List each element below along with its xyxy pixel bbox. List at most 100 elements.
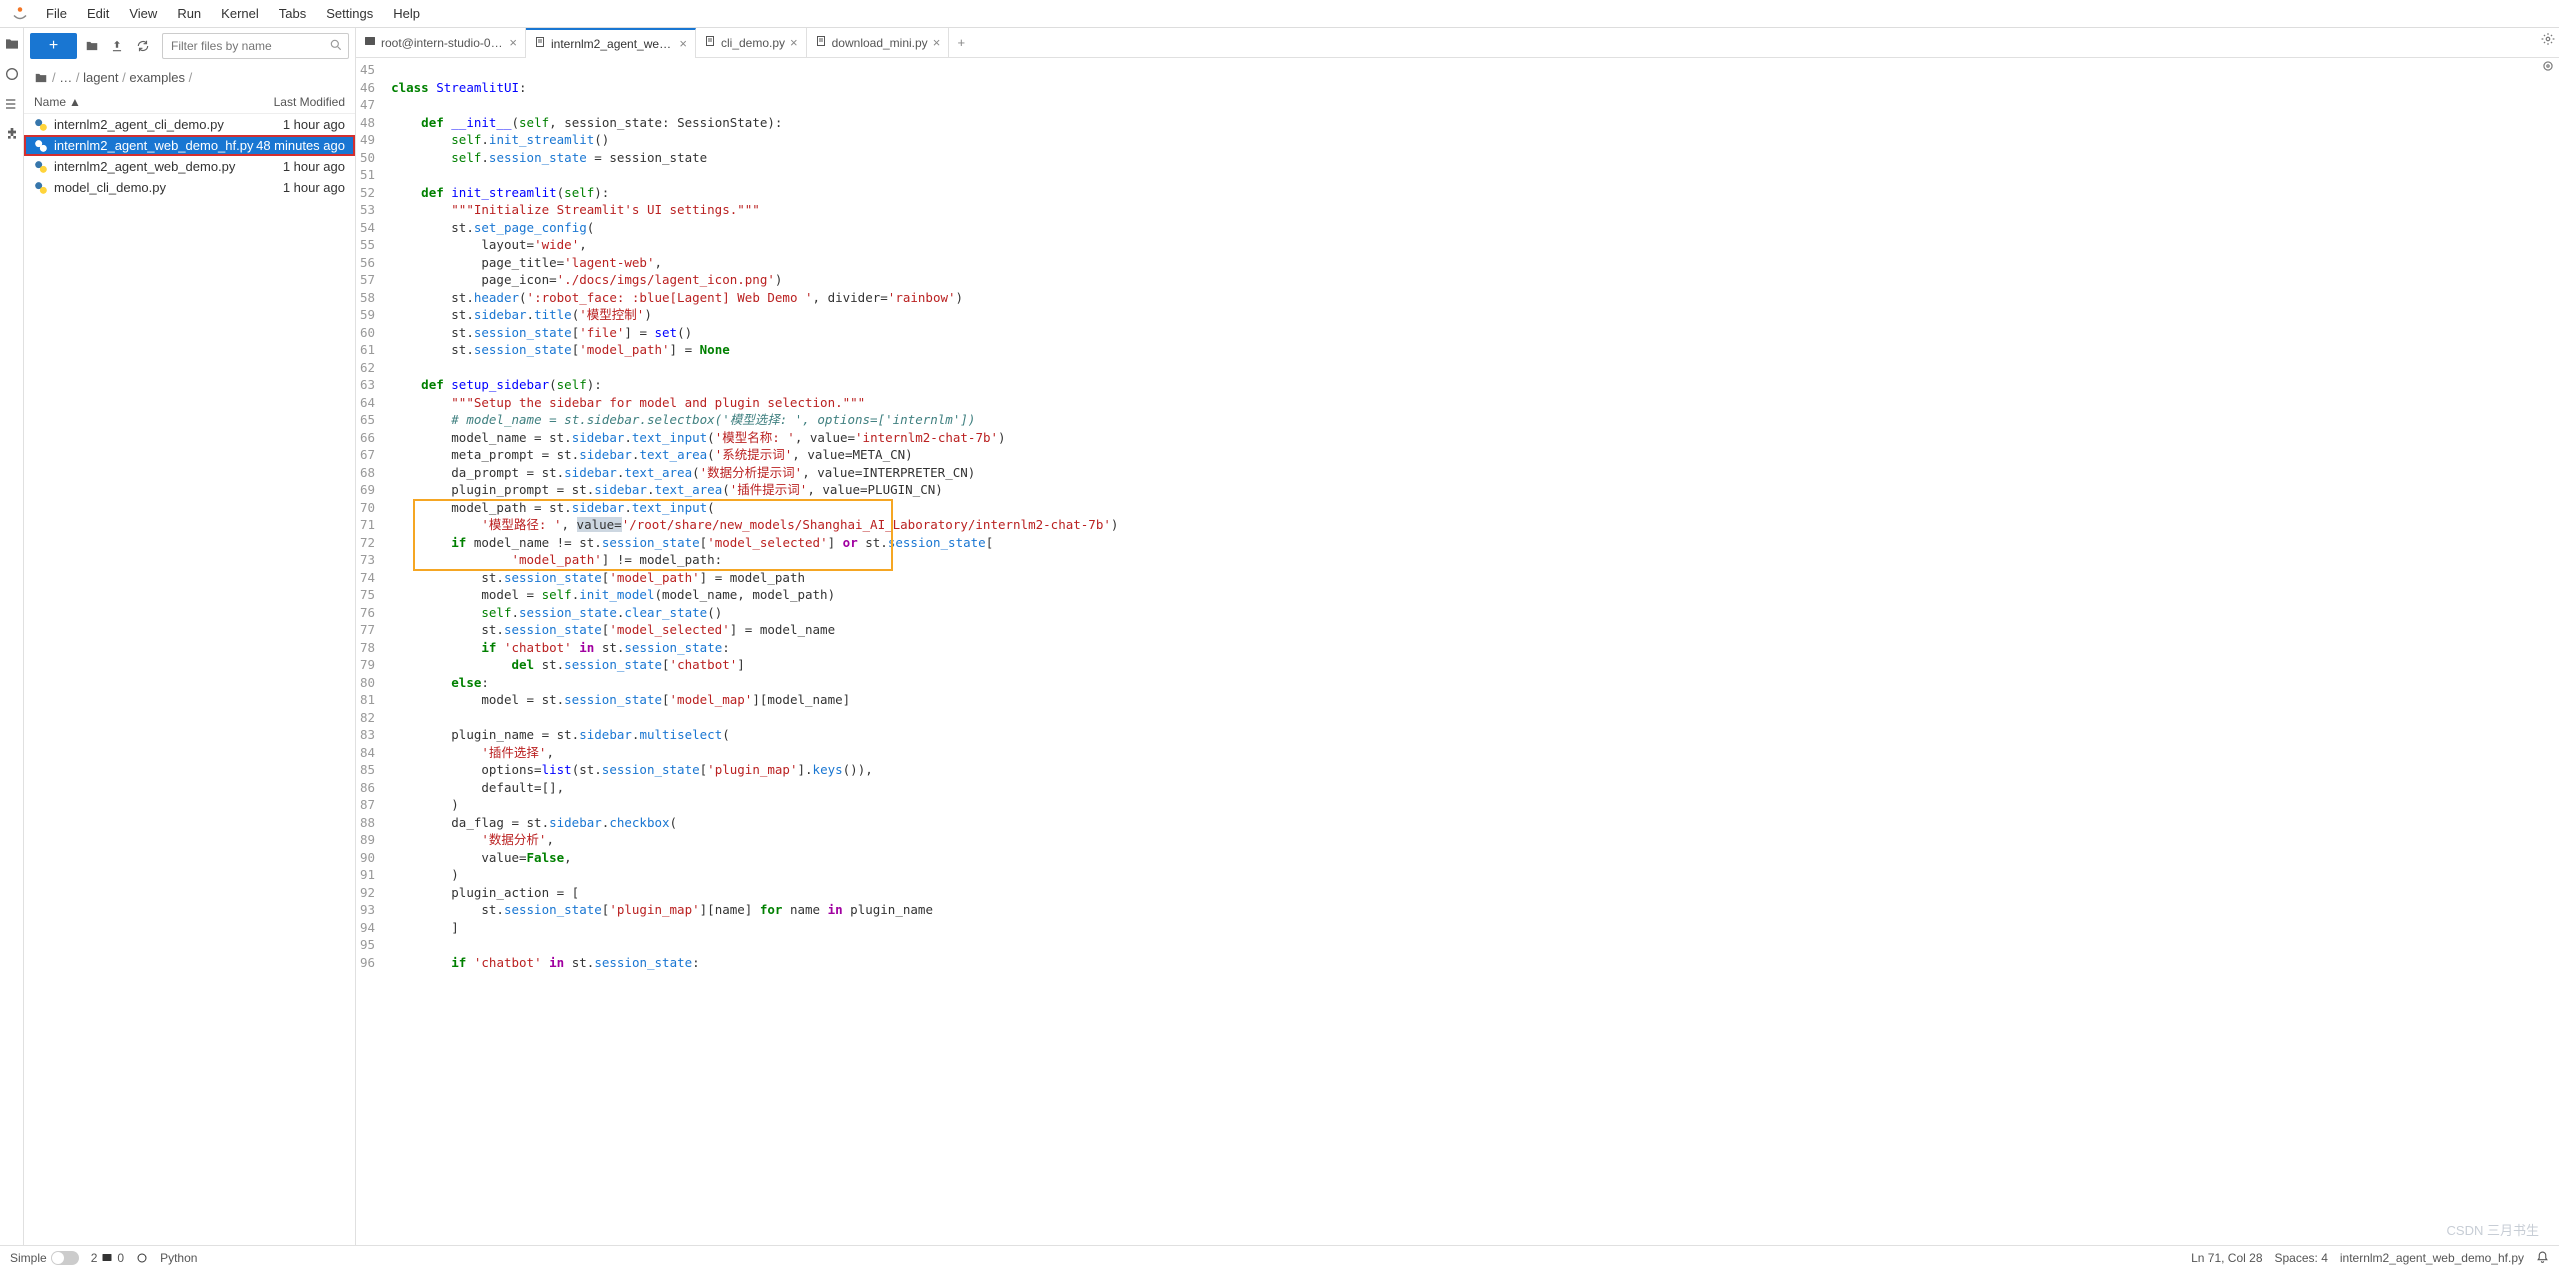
code-line[interactable] xyxy=(391,97,2559,115)
code-line[interactable]: def init_streamlit(self): xyxy=(391,185,2559,203)
code-line[interactable]: ) xyxy=(391,867,2559,885)
close-icon[interactable]: × xyxy=(679,36,687,51)
code-line[interactable]: options=list(st.session_state['plugin_ma… xyxy=(391,762,2559,780)
upload-icon[interactable] xyxy=(107,34,129,58)
code-line[interactable]: ) xyxy=(391,797,2559,815)
folder-icon[interactable] xyxy=(4,36,20,52)
menu-edit[interactable]: Edit xyxy=(77,2,119,25)
code-line[interactable]: st.sidebar.title('模型控制') xyxy=(391,307,2559,325)
menu-help[interactable]: Help xyxy=(383,2,430,25)
code-line[interactable]: del st.session_state['chatbot'] xyxy=(391,657,2559,675)
code-line[interactable]: else: xyxy=(391,675,2559,693)
editor-tab[interactable]: download_mini.py× xyxy=(807,28,950,58)
file-row[interactable]: internlm2_agent_web_demo.py1 hour ago xyxy=(24,156,355,177)
add-tab-button[interactable]: + xyxy=(949,35,973,50)
menu-settings[interactable]: Settings xyxy=(316,2,383,25)
file-row[interactable]: internlm2_agent_web_demo_hf.py48 minutes… xyxy=(24,135,355,156)
menu-kernel[interactable]: Kernel xyxy=(211,2,269,25)
code-line[interactable]: st.header(':robot_face: :blue[Lagent] We… xyxy=(391,290,2559,308)
code-line[interactable] xyxy=(391,62,2559,80)
extensions-icon[interactable] xyxy=(4,126,20,142)
code-line[interactable]: model_path = st.sidebar.text_input( xyxy=(391,500,2559,518)
close-icon[interactable]: × xyxy=(790,35,798,50)
code-line[interactable]: '数据分析', xyxy=(391,832,2559,850)
language-indicator[interactable]: Python xyxy=(160,1251,197,1265)
code-line[interactable] xyxy=(391,360,2559,378)
code-line[interactable]: value=False, xyxy=(391,850,2559,868)
code-line[interactable]: default=[], xyxy=(391,780,2559,798)
code-line[interactable]: self.session_state = session_state xyxy=(391,150,2559,168)
code-line[interactable]: model = self.init_model(model_name, mode… xyxy=(391,587,2559,605)
code-editor[interactable]: 4546474849505152535455565758596061626364… xyxy=(356,58,2559,1245)
code-line[interactable]: '模型路径: ', value='/root/share/new_models/… xyxy=(391,517,2559,535)
code-line[interactable]: '插件选择', xyxy=(391,745,2559,763)
code-line[interactable] xyxy=(391,167,2559,185)
code-line[interactable]: if 'chatbot' in st.session_state: xyxy=(391,955,2559,973)
code-line[interactable]: page_title='lagent-web', xyxy=(391,255,2559,273)
code-line[interactable]: def __init__(self, session_state: Sessio… xyxy=(391,115,2559,133)
activity-bar xyxy=(0,28,24,1245)
code-line[interactable]: model = st.session_state['model_map'][mo… xyxy=(391,692,2559,710)
name-column[interactable]: Name ▲ xyxy=(34,95,81,109)
code-content[interactable]: class StreamlitUI: def __init__(self, se… xyxy=(383,58,2559,1245)
notification-icon[interactable] xyxy=(2536,1251,2549,1264)
close-icon[interactable]: × xyxy=(509,35,517,50)
code-line[interactable]: st.set_page_config( xyxy=(391,220,2559,238)
code-line[interactable]: plugin_action = [ xyxy=(391,885,2559,903)
breadcrumb-seg[interactable]: lagent xyxy=(83,70,118,85)
code-line[interactable]: class StreamlitUI: xyxy=(391,80,2559,98)
code-line[interactable]: da_prompt = st.sidebar.text_area('数据分析提示… xyxy=(391,465,2559,483)
menu-file[interactable]: File xyxy=(36,2,77,25)
breadcrumb-seg[interactable]: examples xyxy=(129,70,185,85)
new-folder-icon[interactable] xyxy=(81,34,103,58)
code-line[interactable]: ] xyxy=(391,920,2559,938)
code-line[interactable]: """Setup the sidebar for model and plugi… xyxy=(391,395,2559,413)
kernel-idle-icon[interactable] xyxy=(136,1252,148,1264)
file-filter-input[interactable] xyxy=(162,33,349,59)
settings-right-icon[interactable] xyxy=(2541,32,2555,49)
menu-run[interactable]: Run xyxy=(167,2,211,25)
running-icon[interactable] xyxy=(4,66,20,82)
editor-tab[interactable]: cli_demo.py× xyxy=(696,28,807,58)
code-line[interactable] xyxy=(391,937,2559,955)
code-line[interactable]: st.session_state['plugin_map'][name] for… xyxy=(391,902,2559,920)
refresh-icon[interactable] xyxy=(132,34,154,58)
menu-view[interactable]: View xyxy=(119,2,167,25)
code-line[interactable]: plugin_name = st.sidebar.multiselect( xyxy=(391,727,2559,745)
code-line[interactable]: def setup_sidebar(self): xyxy=(391,377,2559,395)
code-line[interactable]: 'model_path'] != model_path: xyxy=(391,552,2559,570)
editor-tab[interactable]: internlm2_agent_web_dem× xyxy=(526,28,696,58)
simple-toggle[interactable]: Simple xyxy=(10,1251,79,1265)
close-icon[interactable]: × xyxy=(933,35,941,50)
code-line[interactable]: if model_name != st.session_state['model… xyxy=(391,535,2559,553)
code-line[interactable] xyxy=(391,710,2559,728)
code-line[interactable]: layout='wide', xyxy=(391,237,2559,255)
code-line[interactable]: st.session_state['file'] = set() xyxy=(391,325,2559,343)
modified-column[interactable]: Last Modified xyxy=(274,95,345,109)
code-line[interactable]: self.init_streamlit() xyxy=(391,132,2559,150)
breadcrumb-seg[interactable]: … xyxy=(59,70,72,85)
code-line[interactable]: # model_name = st.sidebar.selectbox('模型选… xyxy=(391,412,2559,430)
code-line[interactable]: st.session_state['model_selected'] = mod… xyxy=(391,622,2559,640)
menu-tabs[interactable]: Tabs xyxy=(269,2,316,25)
code-line[interactable]: self.session_state.clear_state() xyxy=(391,605,2559,623)
file-row[interactable]: internlm2_agent_cli_demo.py1 hour ago xyxy=(24,114,355,135)
cursor-position[interactable]: Ln 71, Col 28 xyxy=(2191,1251,2262,1265)
code-line[interactable]: meta_prompt = st.sidebar.text_area('系统提示… xyxy=(391,447,2559,465)
terminals-count[interactable]: 2 0 xyxy=(91,1251,124,1265)
file-name: internlm2_agent_web_demo_hf.py xyxy=(54,138,253,153)
code-line[interactable]: if 'chatbot' in st.session_state: xyxy=(391,640,2559,658)
code-line[interactable]: st.session_state['model_path'] = None xyxy=(391,342,2559,360)
breadcrumb[interactable]: / … / lagent / examples / xyxy=(24,64,355,91)
code-line[interactable]: """Initialize Streamlit's UI settings.""… xyxy=(391,202,2559,220)
code-line[interactable]: plugin_prompt = st.sidebar.text_area('插件… xyxy=(391,482,2559,500)
toc-icon[interactable] xyxy=(4,96,20,112)
file-row[interactable]: model_cli_demo.py1 hour ago xyxy=(24,177,355,198)
spaces-indicator[interactable]: Spaces: 4 xyxy=(2275,1251,2328,1265)
editor-tab[interactable]: root@intern-studio-02521× xyxy=(356,28,526,58)
code-line[interactable]: page_icon='./docs/imgs/lagent_icon.png') xyxy=(391,272,2559,290)
code-line[interactable]: model_name = st.sidebar.text_input('模型名称… xyxy=(391,430,2559,448)
new-launcher-button[interactable]: + xyxy=(30,33,77,59)
code-line[interactable]: st.session_state['model_path'] = model_p… xyxy=(391,570,2559,588)
code-line[interactable]: da_flag = st.sidebar.checkbox( xyxy=(391,815,2559,833)
